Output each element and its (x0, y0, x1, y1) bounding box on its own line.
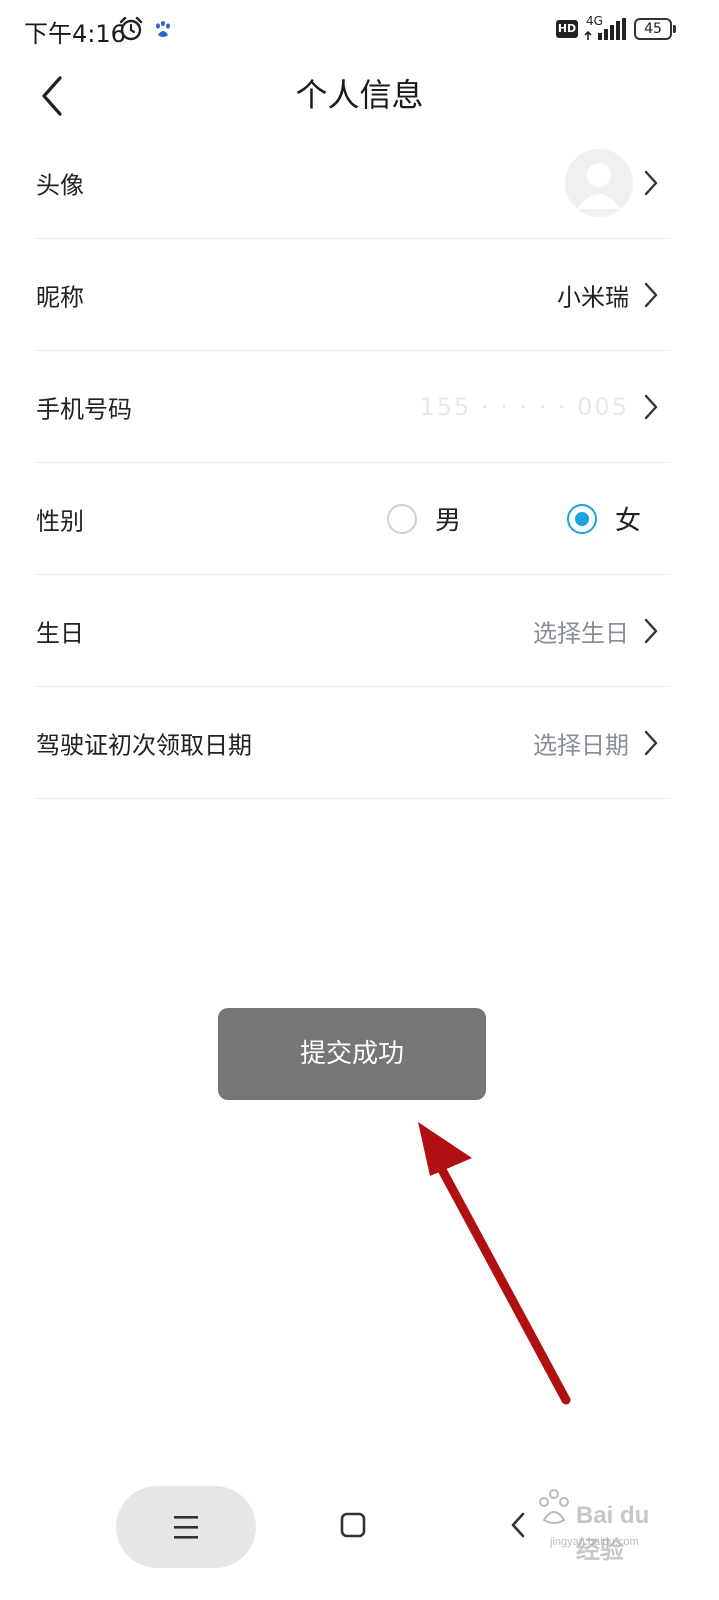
profile-info-list: 头像 昵称 小米瑞 手机号码 155 · · · · · 005 性别 男 女 … (0, 127, 719, 799)
chevron-right-icon (644, 618, 658, 643)
home-square-icon[interactable] (338, 1510, 368, 1540)
gender-option-label: 女 (615, 506, 642, 536)
baidu-paw-icon (156, 20, 170, 37)
alarm-clock-icon (119, 16, 143, 41)
gender-option-label: 男 (435, 506, 462, 536)
watermark-paw-icon (539, 1489, 569, 1524)
gender-label: 性别 (36, 507, 84, 535)
chevron-right-icon (644, 730, 658, 755)
default-avatar-icon (577, 162, 621, 209)
radio-unchecked-icon[interactable] (387, 503, 417, 534)
gender-radio-group: 男 女 (387, 499, 647, 539)
watermark-url: jingyan.baidu.com (550, 1536, 639, 1548)
birthday-row[interactable]: 生日 选择生日 (34, 575, 671, 687)
status-bar: 下午4:16 HD 4G 45 (0, 0, 719, 60)
birthday-placeholder: 选择生日 (533, 619, 629, 647)
baidu-jingyan-watermark: Bai du 经验 jingyan.baidu.com (536, 1488, 676, 1564)
chevron-right-icon (644, 282, 658, 307)
annotation-arrow-icon (418, 1122, 571, 1405)
signal-strength-icon (584, 18, 626, 40)
nav-menu-button[interactable] (116, 1486, 256, 1568)
avatar-label: 头像 (36, 171, 84, 199)
license-date-placeholder: 选择日期 (533, 731, 629, 759)
hd-badge: HD (556, 20, 578, 38)
phone-label: 手机号码 (36, 395, 132, 423)
gender-row: 性别 男 女 (34, 463, 671, 575)
nickname-label: 昵称 (36, 283, 84, 311)
battery-indicator: 45 (634, 18, 676, 40)
chevron-right-icon (644, 394, 658, 419)
page-title: 个人信息 (295, 76, 424, 114)
watermark-text: Bai du 经验 (576, 1502, 650, 1564)
license-date-row[interactable]: 驾驶证初次领取日期 选择日期 (34, 687, 671, 799)
avatar-row[interactable]: 头像 (34, 127, 671, 239)
avatar[interactable] (565, 148, 633, 217)
gender-option-male[interactable]: 男 (387, 499, 461, 539)
gender-option-female[interactable]: 女 (567, 499, 641, 539)
header: 个人信息 (0, 60, 719, 130)
license-date-label: 驾驶证初次领取日期 (36, 731, 252, 759)
nickname-row[interactable]: 昵称 小米瑞 (34, 239, 671, 351)
nickname-value: 小米瑞 (557, 283, 629, 311)
radio-checked-icon[interactable] (567, 503, 597, 534)
success-toast: 提交成功 (218, 1008, 486, 1100)
phone-row[interactable]: 手机号码 155 · · · · · 005 (34, 351, 671, 463)
phone-value: 155 · · · · · 005 (419, 392, 629, 421)
birthday-label: 生日 (36, 619, 84, 647)
chevron-right-icon (644, 170, 658, 195)
status-time: 下午4:16 (24, 20, 126, 48)
nav-back-icon[interactable] (504, 1510, 534, 1540)
menu-icon (174, 1516, 198, 1539)
